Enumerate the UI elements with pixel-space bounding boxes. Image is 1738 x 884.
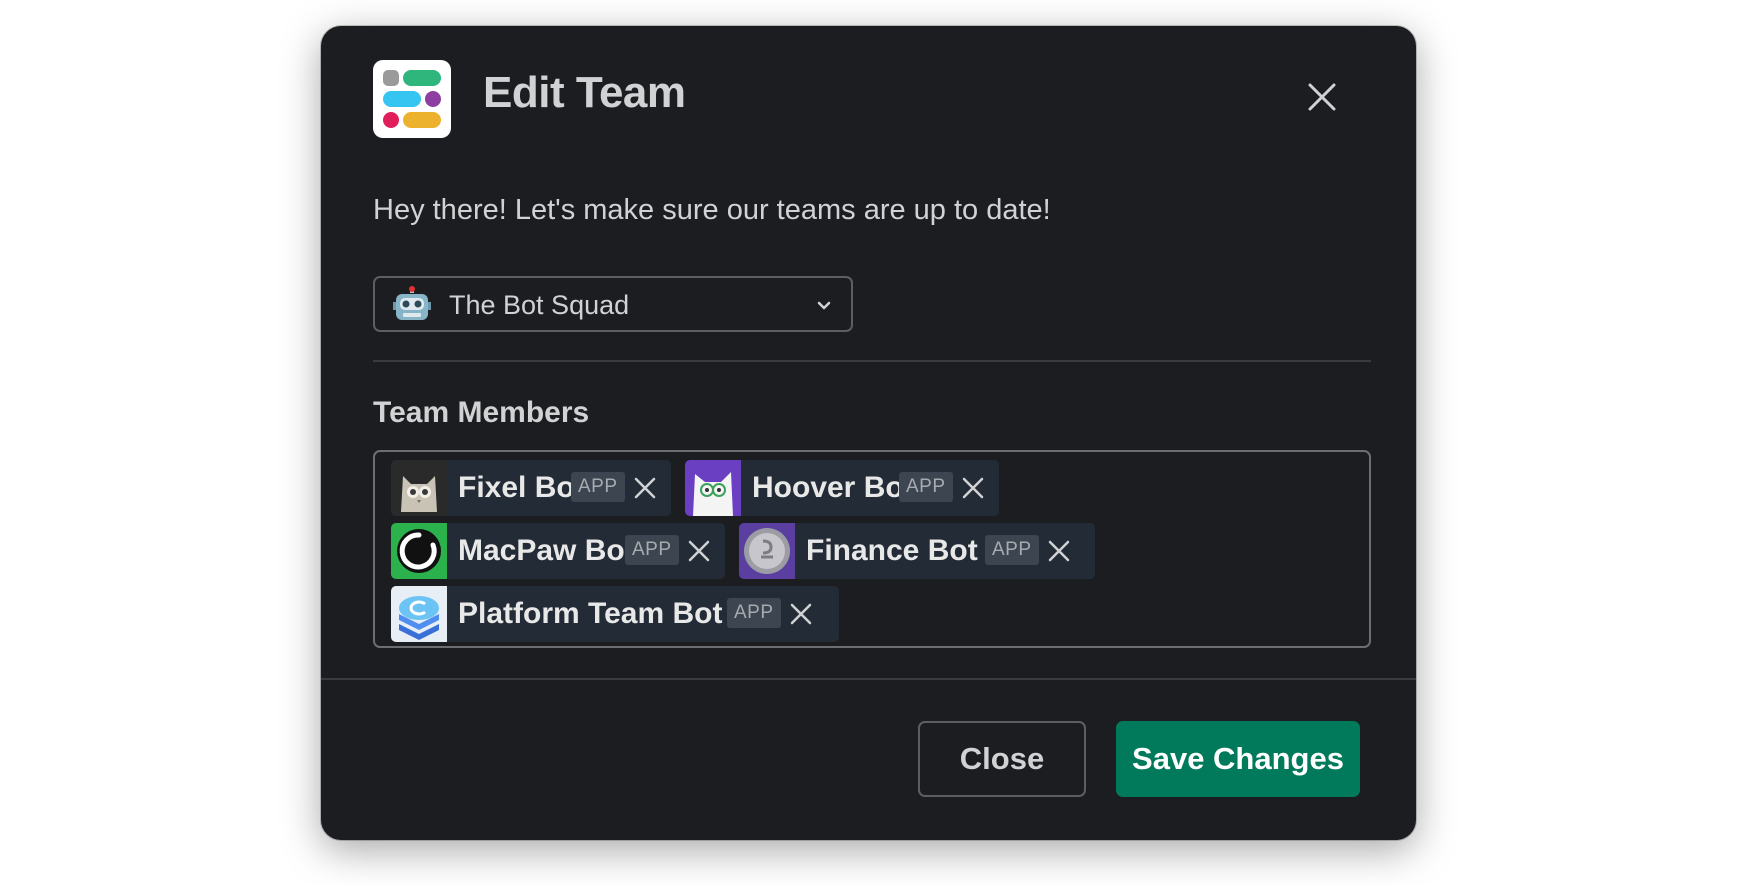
- member-name: Finance Bot: [806, 534, 978, 567]
- member-chip: Fixel Bot APP: [391, 460, 671, 516]
- macpaw-bot-avatar: [391, 523, 447, 579]
- member-name: Platform Team Bot: [458, 597, 723, 630]
- team-members-label: Team Members: [373, 396, 590, 429]
- team-members-field[interactable]: Fixel Bot APP Hoover Bot APP MacPaw Bot …: [373, 450, 1371, 648]
- member-name: MacPaw Bot: [458, 534, 635, 567]
- chevron-down-icon: [815, 296, 833, 314]
- app-badge: APP: [625, 535, 679, 565]
- footer-divider: [321, 678, 1416, 680]
- remove-member-icon[interactable]: [1047, 539, 1071, 563]
- remove-member-icon[interactable]: [789, 602, 813, 626]
- save-changes-button[interactable]: Save Changes: [1116, 721, 1360, 797]
- member-chip: Hoover Bot APP: [685, 460, 999, 516]
- close-button[interactable]: Close: [918, 721, 1086, 797]
- intro-text: Hey there! Let's make sure our teams are…: [373, 194, 1051, 226]
- remove-member-icon[interactable]: [633, 476, 657, 500]
- member-chip: Platform Team Bot APP: [391, 586, 839, 642]
- close-icon[interactable]: [1306, 81, 1338, 113]
- section-divider: [373, 360, 1371, 362]
- modal-title: Edit Team: [483, 68, 686, 117]
- team-select[interactable]: The Bot Squad: [373, 276, 853, 332]
- app-badge: APP: [571, 472, 625, 502]
- hoover-bot-avatar: [685, 460, 741, 516]
- app-badge: APP: [727, 598, 781, 628]
- member-chip: MacPaw Bot APP: [391, 523, 725, 579]
- app-badge: APP: [899, 472, 953, 502]
- remove-member-icon[interactable]: [687, 539, 711, 563]
- team-select-value: The Bot Squad: [449, 290, 630, 320]
- remove-member-icon[interactable]: [961, 476, 985, 500]
- platform-team-bot-avatar: [391, 586, 447, 642]
- member-chip: Finance Bot APP: [739, 523, 1095, 579]
- robot-face-icon: [393, 286, 431, 324]
- app-badge: APP: [985, 535, 1039, 565]
- fixel-bot-avatar: [391, 460, 447, 516]
- member-name: Fixel Bot: [458, 471, 585, 504]
- finance-bot-avatar: [739, 523, 795, 579]
- app-logo-icon: [373, 60, 451, 138]
- member-name: Hoover Bot: [752, 471, 914, 504]
- edit-team-modal: Edit Team Hey there! Let's make sure our…: [321, 26, 1416, 840]
